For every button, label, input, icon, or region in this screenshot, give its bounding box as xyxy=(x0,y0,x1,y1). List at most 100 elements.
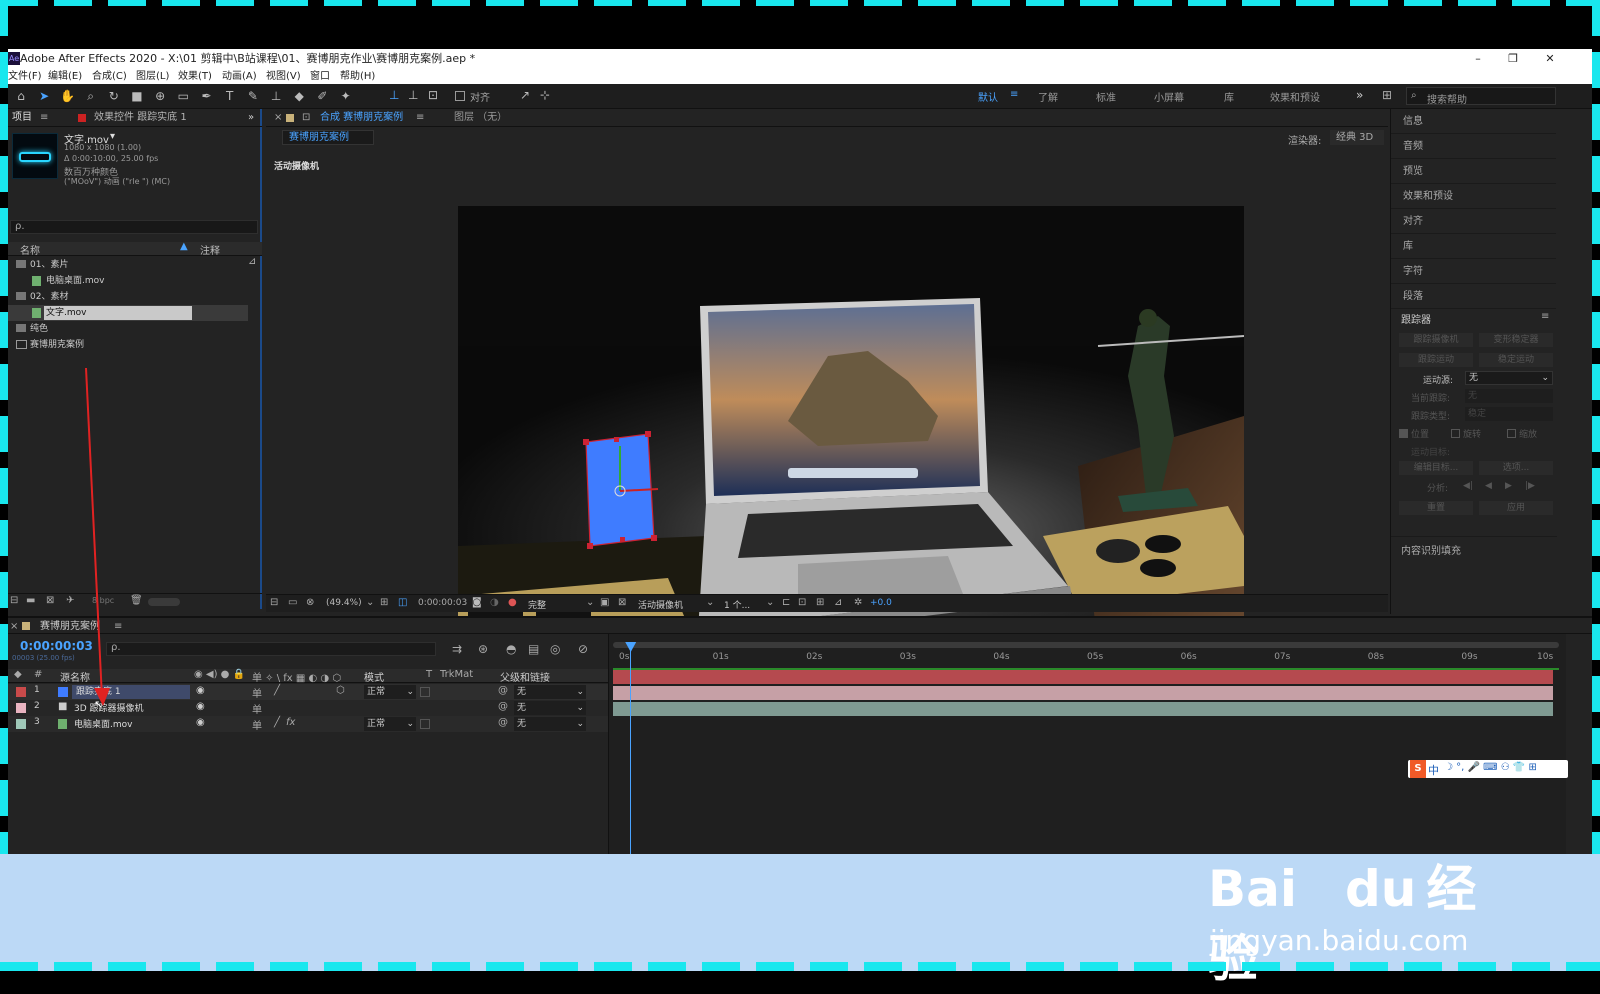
views-select[interactable]: 1 个... xyxy=(724,598,750,611)
lock-icon[interactable]: ⊡ xyxy=(302,109,310,127)
pan-behind-tool-icon[interactable]: ⊕ xyxy=(153,89,167,103)
edit-target-button[interactable]: 编辑目标... xyxy=(1399,461,1473,475)
menu-help[interactable]: 帮助(H) xyxy=(340,69,375,84)
help-search[interactable]: ⌕ 搜索帮助 xyxy=(1406,87,1556,106)
interpret-footage-icon[interactable]: ⊟ xyxy=(10,595,18,606)
panel-paragraph[interactable]: 段落 xyxy=(1391,284,1556,309)
project-search-input[interactable]: ρ. xyxy=(10,220,258,234)
reset-button[interactable]: 重置 xyxy=(1399,501,1473,515)
tab-menu-icon[interactable]: ≡ xyxy=(416,109,424,127)
motion-source-select[interactable]: 无 ⌄ xyxy=(1465,371,1553,385)
comp-mini-flowchart-icon[interactable]: ⇉ xyxy=(452,642,462,656)
shy-switch-icon[interactable]: 单 xyxy=(252,685,262,700)
quality-select[interactable]: 完整 xyxy=(528,598,546,611)
roto-brush-tool-icon[interactable]: ✐ xyxy=(315,89,329,103)
layer-bar-1[interactable] xyxy=(613,670,1553,684)
flowchart-icon[interactable]: ⊿ xyxy=(834,597,842,608)
panel-layout-icon[interactable]: ⊞ xyxy=(1382,88,1392,102)
tab-composition[interactable]: 合成 赛博朋克案例 xyxy=(320,109,403,127)
show-snapshot-icon[interactable]: ◑ xyxy=(490,597,499,608)
timeline-search-input[interactable]: ρ. xyxy=(106,642,436,656)
mask-icon[interactable]: ⊗ xyxy=(306,597,314,608)
col-comment[interactable]: 注释 xyxy=(200,242,220,257)
camera-tool-icon[interactable]: ■ xyxy=(130,89,144,103)
layer-label-color[interactable] xyxy=(16,719,26,729)
visibility-eye-icon[interactable]: ◉ xyxy=(196,717,205,728)
panel-info[interactable]: 信息 xyxy=(1391,109,1556,134)
apply-button[interactable]: 应用 xyxy=(1479,501,1553,515)
workspace-small-screen[interactable]: 小屏幕 xyxy=(1154,89,1184,104)
ime-lang[interactable]: 中 xyxy=(1428,762,1439,778)
playhead[interactable] xyxy=(625,642,637,854)
menu-animation[interactable]: 动画(A) xyxy=(222,69,257,84)
sogou-icon[interactable]: S xyxy=(1410,760,1426,778)
layer-bar-2[interactable] xyxy=(613,686,1553,700)
new-folder-icon[interactable]: ▬ xyxy=(26,595,35,606)
track-type-select[interactable]: 稳定 xyxy=(1465,407,1553,421)
asset-dropdown-icon[interactable]: ▾ xyxy=(110,131,115,142)
workspace-standard[interactable]: 标准 xyxy=(1096,89,1116,104)
content-aware-fill[interactable]: 内容识别填充 xyxy=(1401,542,1461,557)
ime-tools-icons[interactable]: ☽ °, 🎤 ⌨ ⚇ 👕 ⊞ xyxy=(1444,762,1537,773)
col-trkmat[interactable]: TrkMat xyxy=(440,669,473,680)
renderer-button[interactable]: 经典 3D xyxy=(1330,130,1384,145)
scale-checkbox[interactable] xyxy=(1507,429,1516,438)
quality-switch-icon[interactable]: ╱ xyxy=(274,717,280,728)
tab-menu-icon[interactable]: ≡ xyxy=(40,109,48,127)
pickwhip-icon[interactable]: @ xyxy=(498,701,508,712)
restore-button[interactable]: ❐ xyxy=(1506,49,1520,69)
parent-select[interactable]: 无 ⌄ xyxy=(514,685,586,699)
visibility-eye-icon[interactable]: ◉ xyxy=(196,701,205,712)
menu-view[interactable]: 视图(V) xyxy=(266,69,301,84)
analyze-back-icon[interactable]: ◀| xyxy=(1463,481,1473,491)
monitor-icon[interactable]: ▭ xyxy=(288,597,297,608)
panel-effects-presets[interactable]: 效果和预设 xyxy=(1391,184,1556,209)
roi-icon[interactable]: ▣ xyxy=(600,597,609,608)
fast-preview-icon[interactable]: ⊡ xyxy=(798,597,806,608)
parent-select[interactable]: 无 ⌄ xyxy=(514,701,586,715)
project-item-comp[interactable]: 赛博朋克案例 xyxy=(8,337,262,353)
3d-layer-icon[interactable]: ⬡ xyxy=(336,685,345,696)
close-tab-icon[interactable]: × xyxy=(274,109,282,127)
current-track-select[interactable]: 无 xyxy=(1465,389,1553,403)
transparency-grid-icon[interactable]: ⊠ xyxy=(618,597,626,608)
layer-bar-3[interactable] xyxy=(613,702,1553,716)
graph-editor-icon[interactable]: ⊘ xyxy=(578,642,588,656)
shy-icon[interactable]: ◓ xyxy=(506,642,516,656)
hand-tool-icon[interactable]: ✋ xyxy=(60,89,75,103)
visibility-eye-icon[interactable]: ◉ xyxy=(196,685,205,696)
new-comp-icon[interactable]: ⊠ xyxy=(46,595,54,606)
rotate-tool-icon[interactable]: ↻ xyxy=(107,89,121,103)
preserve-transparency-checkbox[interactable] xyxy=(420,687,430,697)
menu-file[interactable]: 文件(F) xyxy=(8,69,42,84)
exposure-value[interactable]: +0.0 xyxy=(870,598,892,608)
tab-effect-controls[interactable]: 效果控件 跟踪实底 1 xyxy=(94,109,187,127)
quality-switch-icon[interactable]: ╱ xyxy=(274,685,280,696)
track-camera-button[interactable]: 跟踪摄像机 xyxy=(1399,333,1473,347)
time-ruler[interactable]: 0s 01s 02s 03s 04s 05s 06s 07s 08s 09s 10s xyxy=(619,652,1555,666)
rectangle-tool-icon[interactable]: ▭ xyxy=(176,89,190,103)
analyze-forward-icon[interactable]: ▶ xyxy=(1505,481,1512,491)
parent-select[interactable]: 无 ⌄ xyxy=(514,717,586,731)
menu-composition[interactable]: 合成(C) xyxy=(92,69,127,84)
zoom-select[interactable]: (49.4%) xyxy=(326,598,362,608)
panel-overflow-icon[interactable]: » xyxy=(248,109,254,127)
trash-icon[interactable]: 🗑 xyxy=(130,595,143,606)
brush-tool-icon[interactable]: ✎ xyxy=(246,89,260,103)
mode-select[interactable]: 正常 ⌄ xyxy=(364,717,416,731)
warp-stabilizer-button[interactable]: 变形稳定器 xyxy=(1479,333,1553,347)
type-tool-icon[interactable]: T xyxy=(223,89,237,103)
workspace-learn[interactable]: 了解 xyxy=(1038,89,1058,104)
menu-effect[interactable]: 效果(T) xyxy=(178,69,212,84)
tab-layer[interactable]: 图层 （无） xyxy=(454,109,507,127)
sort-icon[interactable]: ▲ xyxy=(180,241,188,252)
workspace-library[interactable]: 库 xyxy=(1224,89,1234,104)
work-area-bar[interactable] xyxy=(613,642,1559,648)
panel-align[interactable]: 对齐 xyxy=(1391,209,1556,234)
minimize-button[interactable]: – xyxy=(1471,49,1485,69)
shy-switch-icon[interactable]: 单 xyxy=(252,717,262,732)
menu-window[interactable]: 窗口 xyxy=(310,69,330,84)
analyze-backward-icon[interactable]: ◀ xyxy=(1485,481,1492,491)
preview-always-icon[interactable]: ⊟ xyxy=(270,597,278,608)
panel-library[interactable]: 库 xyxy=(1391,234,1556,259)
